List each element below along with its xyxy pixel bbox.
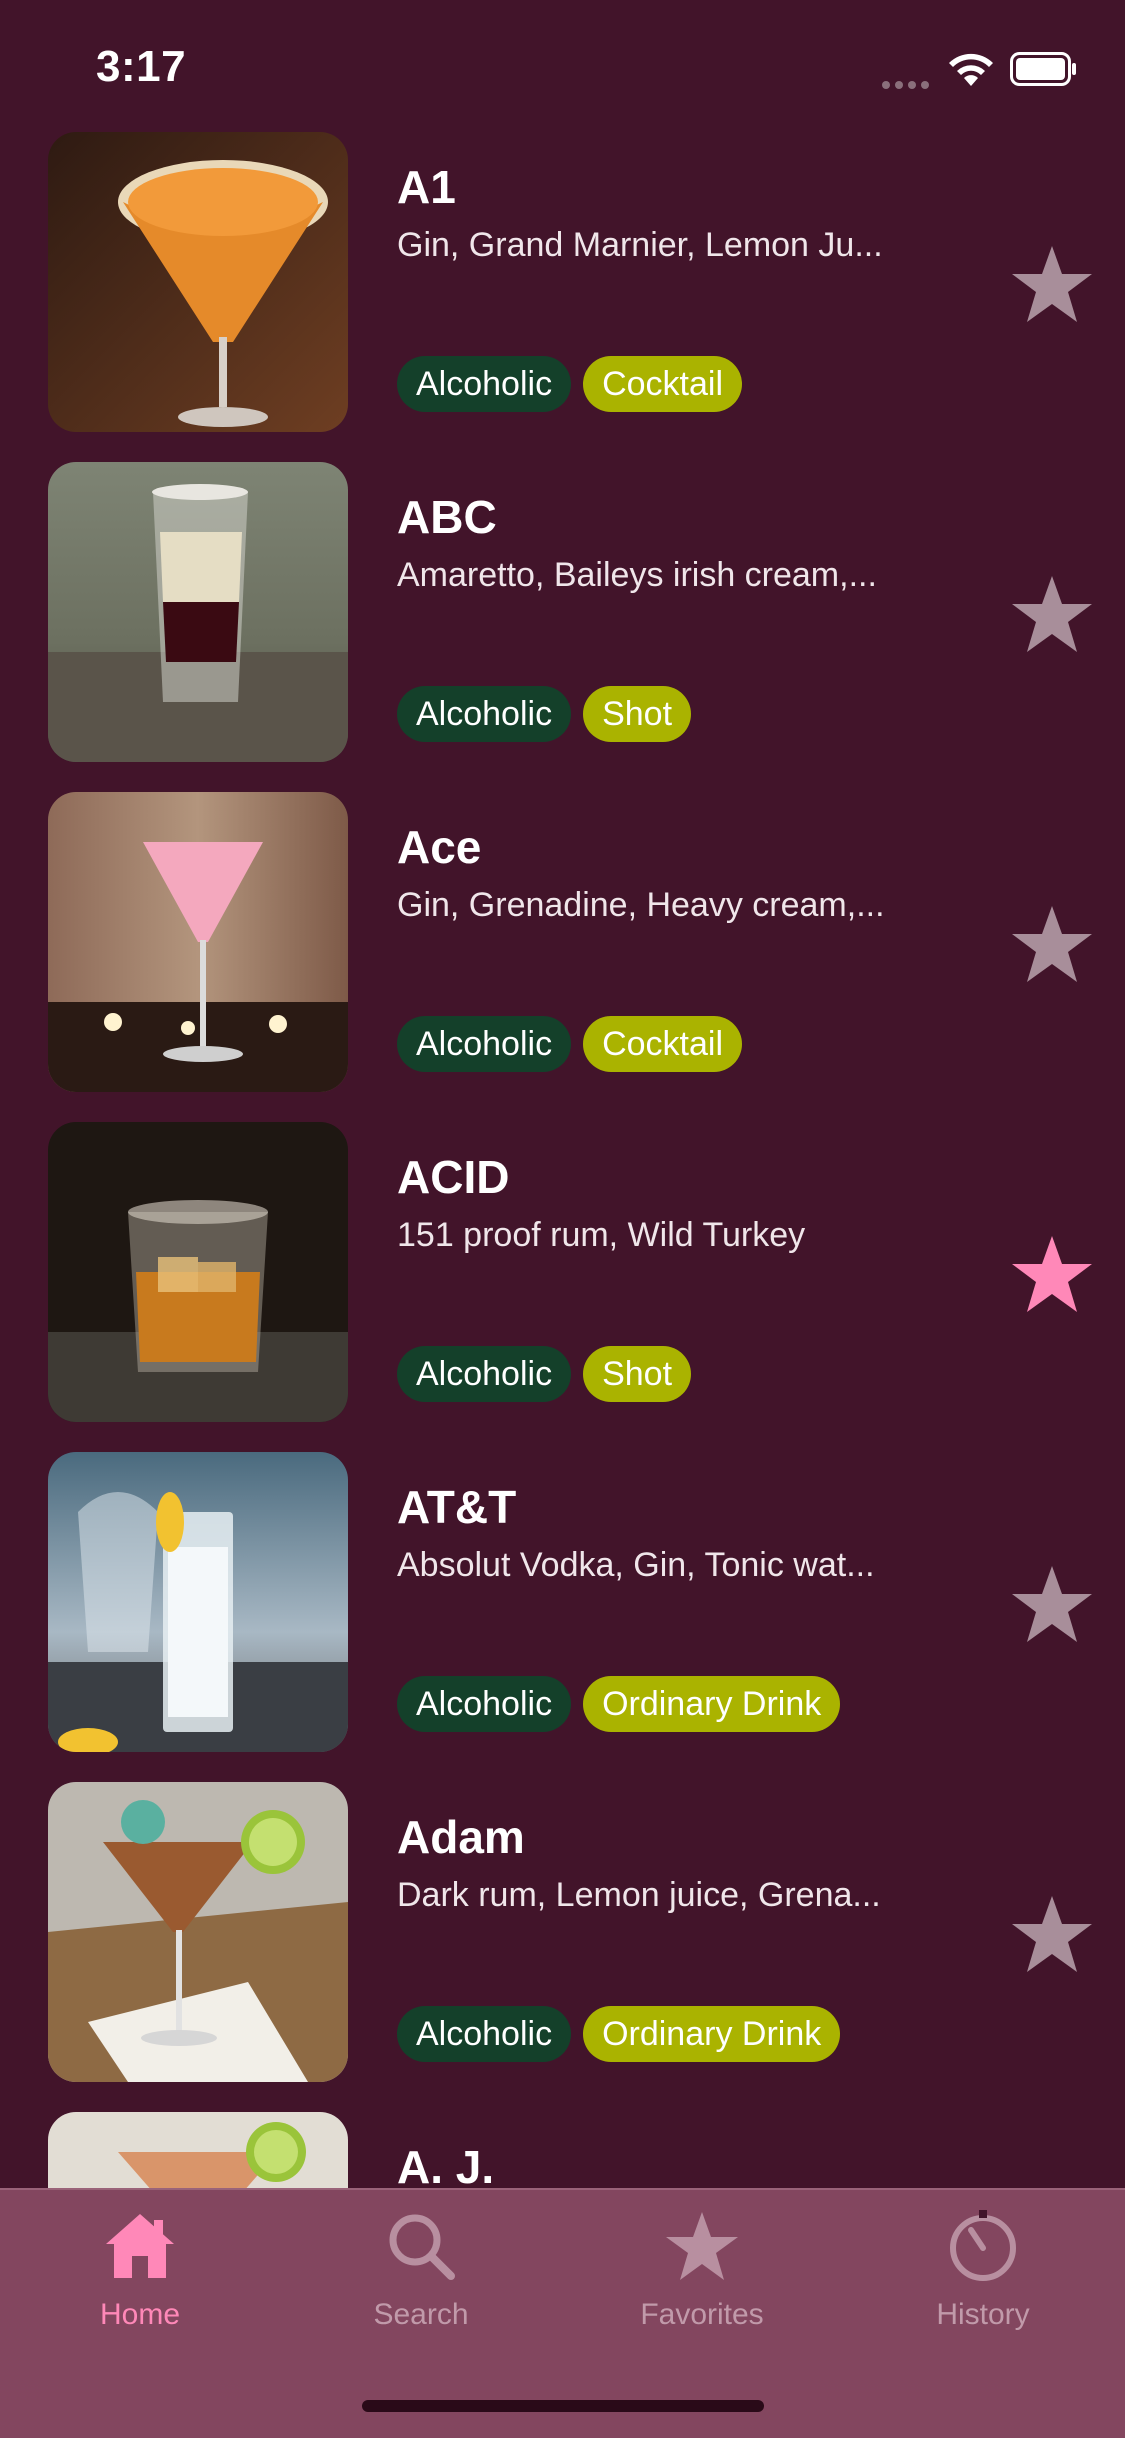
drink-name: Adam xyxy=(397,1811,525,1863)
search-icon xyxy=(389,2214,455,2280)
drink-name: A1 xyxy=(397,161,456,213)
status-time: 3:17 xyxy=(96,42,187,91)
category-tag: Ordinary Drink xyxy=(583,2006,841,2062)
drink-thumbnail xyxy=(48,132,348,432)
drink-row-adam[interactable]: Adam Dark rum, Lemon juice, Grena... Alc… xyxy=(0,1782,1125,2082)
drink-tags: Alcoholic Ordinary Drink xyxy=(397,1676,841,1732)
tab-search[interactable]: Search xyxy=(321,2210,521,2350)
drink-list[interactable]: A1 Gin, Grand Marnier, Lemon Ju... Alcoh… xyxy=(0,130,1125,2188)
category-tag: Cocktail xyxy=(583,1016,743,1072)
drink-ingredients: Gin, Grenadine, Heavy cream,... xyxy=(397,886,885,924)
alcoholic-tag: Alcoholic xyxy=(397,1346,572,1402)
drink-thumbnail xyxy=(48,1122,348,1422)
category-tag: Shot xyxy=(583,1346,692,1402)
category-tag: Shot xyxy=(583,686,692,742)
drink-name: Ace xyxy=(397,821,482,873)
drink-row-att[interactable]: AT&T Absolut Vodka, Gin, Tonic wat... Al… xyxy=(0,1452,1125,1752)
favorite-star-icon[interactable] xyxy=(1010,574,1094,654)
drink-tags: Alcoholic Shot xyxy=(397,686,692,742)
drink-row-abc[interactable]: ABC Amaretto, Baileys irish cream,... Al… xyxy=(0,462,1125,762)
drink-ingredients: Gin, Grand Marnier, Lemon Ju... xyxy=(397,226,883,264)
alcoholic-tag: Alcoholic xyxy=(397,1676,572,1732)
drink-thumbnail xyxy=(48,1782,348,2082)
tab-label: Search xyxy=(373,2298,469,2331)
favorite-star-icon[interactable] xyxy=(1010,1564,1094,1644)
drink-thumbnail xyxy=(48,1452,348,1752)
tab-label: Favorites xyxy=(640,2298,764,2331)
drink-row-aj[interactable]: A. J. xyxy=(0,2112,1125,2188)
star-icon xyxy=(666,2212,738,2280)
history-icon xyxy=(950,2210,1016,2281)
drink-name: AT&T xyxy=(397,1481,517,1533)
drink-tags: Alcoholic Shot xyxy=(397,1346,692,1402)
home-indicator[interactable] xyxy=(362,2400,764,2412)
drink-tags: Alcoholic Cocktail xyxy=(397,1016,743,1072)
category-tag: Cocktail xyxy=(583,356,743,412)
status-bar: 3:17 xyxy=(0,0,1125,130)
tab-favorites[interactable]: Favorites xyxy=(602,2210,802,2350)
drink-thumbnail xyxy=(48,792,348,1092)
drink-ingredients: Dark rum, Lemon juice, Grena... xyxy=(397,1876,881,1914)
drink-row-a1[interactable]: A1 Gin, Grand Marnier, Lemon Ju... Alcoh… xyxy=(0,132,1125,432)
drink-thumbnail xyxy=(48,462,348,762)
alcoholic-tag: Alcoholic xyxy=(397,356,572,412)
drink-ingredients: Absolut Vodka, Gin, Tonic wat... xyxy=(397,1546,875,1584)
drink-name: ABC xyxy=(397,491,497,543)
tab-label: History xyxy=(936,2298,1030,2331)
drink-ingredients: 151 proof rum, Wild Turkey xyxy=(397,1216,806,1254)
drink-ingredients: Amaretto, Baileys irish cream,... xyxy=(397,556,877,594)
drink-tags: Alcoholic Cocktail xyxy=(397,356,743,412)
drink-row-ace[interactable]: Ace Gin, Grenadine, Heavy cream,... Alco… xyxy=(0,792,1125,1092)
favorite-star-icon[interactable] xyxy=(1010,1894,1094,1974)
battery-icon xyxy=(1010,52,1078,86)
wifi-icon xyxy=(946,50,996,88)
drink-thumbnail xyxy=(48,2112,348,2188)
favorite-star-icon[interactable] xyxy=(1010,904,1094,984)
home-icon xyxy=(106,2214,174,2278)
drink-name: ACID xyxy=(397,1151,510,1203)
tab-history[interactable]: History xyxy=(883,2210,1083,2350)
drink-tags: Alcoholic Ordinary Drink xyxy=(397,2006,841,2062)
tab-label: Home xyxy=(99,2298,181,2331)
favorite-star-icon[interactable] xyxy=(1010,1234,1094,1314)
drink-name: A. J. xyxy=(397,2141,495,2188)
category-tag: Ordinary Drink xyxy=(583,1676,841,1732)
tab-home[interactable]: Home xyxy=(40,2210,240,2350)
favorite-star-icon[interactable] xyxy=(1010,244,1094,324)
alcoholic-tag: Alcoholic xyxy=(397,686,572,742)
drink-row-acid[interactable]: ACID 151 proof rum, Wild Turkey Alcoholi… xyxy=(0,1122,1125,1422)
cellular-signal-icon xyxy=(882,76,934,89)
alcoholic-tag: Alcoholic xyxy=(397,2006,572,2062)
alcoholic-tag: Alcoholic xyxy=(397,1016,572,1072)
